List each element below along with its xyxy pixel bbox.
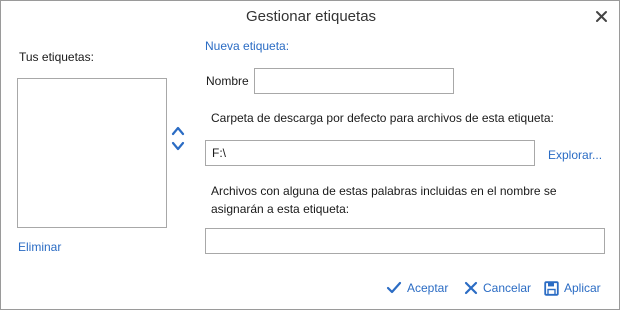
close-icon (596, 11, 607, 22)
your-tags-label: Tus etiquetas: (19, 50, 94, 64)
browse-link[interactable]: Explorar... (548, 148, 602, 162)
close-button[interactable] (593, 8, 611, 26)
keywords-label: Archivos con alguna de estas palabras in… (211, 184, 557, 216)
apply-button[interactable]: Aplicar (544, 279, 601, 297)
apply-label: Aplicar (564, 281, 601, 295)
accept-label: Aceptar (407, 281, 449, 295)
checkmark-icon (386, 281, 402, 294)
name-label: Nombre (206, 74, 249, 88)
accept-button[interactable]: Aceptar (386, 279, 448, 297)
tags-listbox[interactable] (17, 78, 167, 228)
folder-label: Carpeta de descarga por defecto para arc… (211, 111, 554, 125)
cancel-label: Cancelar (483, 281, 532, 295)
name-input[interactable] (254, 68, 454, 94)
cancel-button[interactable]: Cancelar (464, 279, 531, 297)
move-up-icon[interactable] (171, 125, 185, 137)
dialog-title: Gestionar etiquetas (245, 8, 377, 25)
manage-tags-dialog: Gestionar etiquetas Tus etiquetas: Elimi… (0, 0, 620, 310)
delete-link[interactable]: Eliminar (18, 240, 61, 254)
move-down-icon[interactable] (171, 140, 185, 152)
folder-input[interactable] (205, 140, 535, 166)
reorder-arrows (171, 125, 185, 155)
save-icon (544, 280, 559, 296)
new-tag-section-title: Nueva etiqueta: (205, 39, 290, 53)
keywords-input[interactable] (205, 228, 605, 254)
cancel-icon (464, 281, 478, 295)
